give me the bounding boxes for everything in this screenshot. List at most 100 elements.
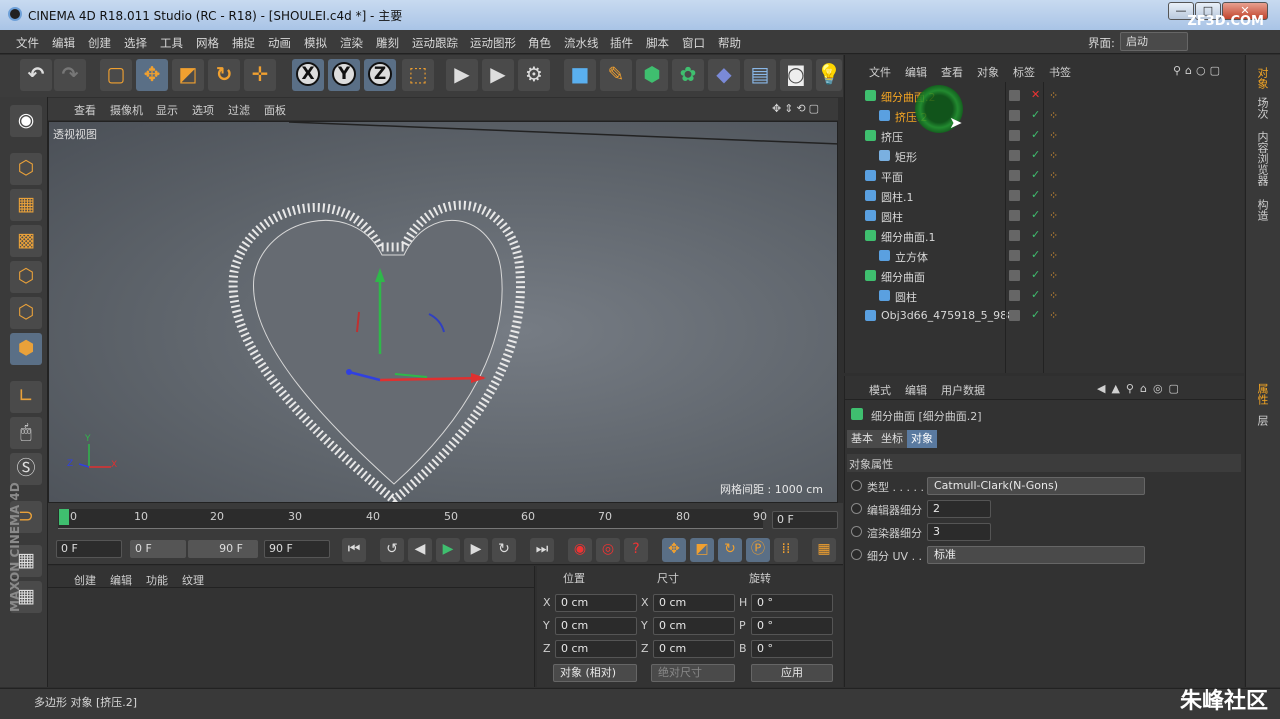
object-row[interactable]: 圆柱 ✓ ⁘ (845, 206, 1245, 226)
enabled-check-icon[interactable]: ✓ (1031, 148, 1040, 161)
object-row[interactable]: 细分曲面.2 ✕ ⁘ (845, 86, 1245, 106)
layer-visibility-icon[interactable] (1009, 150, 1020, 161)
deformer-icon[interactable]: ◆ (708, 59, 740, 91)
side-tab-takes[interactable]: 场次 (1254, 97, 1270, 119)
enabled-check-icon[interactable]: ✓ (1031, 288, 1040, 301)
object-row[interactable]: 细分曲面.1 ✓ ⁘ (845, 226, 1245, 246)
menu-sculpt[interactable]: 雕刻 (376, 35, 399, 51)
om-search-icon[interactable]: ⚲⌂○▢ (1173, 64, 1224, 77)
phong-tag-icon[interactable]: ⁘ (1049, 189, 1058, 202)
attr-nav-icons[interactable]: ◀▲⚲⌂◎▢ (1097, 382, 1185, 395)
enabled-check-icon[interactable]: ✓ (1031, 168, 1040, 181)
perspective-viewport[interactable]: 透视视图 Y X Z 网格间距 : 1000 cm (48, 121, 838, 503)
viewport-menu-view[interactable]: 查看 (74, 102, 96, 118)
axis-mode-icon[interactable]: ∟ (10, 381, 42, 413)
menu-create[interactable]: 创建 (88, 35, 111, 51)
prop-radio[interactable] (851, 503, 862, 514)
pen-spline-icon[interactable]: ✎ (600, 59, 632, 91)
phong-tag-icon[interactable]: ⁘ (1049, 229, 1058, 242)
object-row[interactable]: 挤压 ✓ ⁘ (845, 126, 1245, 146)
scale-tool-icon[interactable]: ◩ (172, 59, 204, 91)
range-end-field[interactable]: 90 F (188, 540, 258, 558)
position-x-field[interactable]: 0 cm (555, 594, 637, 612)
prop-radio[interactable] (851, 480, 862, 491)
rotation-h-field[interactable]: 0 ° (751, 594, 833, 612)
side-tab-structure[interactable]: 构造 (1254, 199, 1270, 221)
layer-visibility-icon[interactable] (1009, 130, 1020, 141)
rotation-p-field[interactable]: 0 ° (751, 617, 833, 635)
record-keys-icon[interactable]: ◉ (568, 538, 592, 562)
viewport-menu-options[interactable]: 选项 (192, 102, 214, 118)
enabled-check-icon[interactable]: ✓ (1031, 268, 1040, 281)
object-row[interactable]: 挤压.2 ✓ ⁘ (845, 106, 1245, 126)
layer-visibility-icon[interactable] (1009, 230, 1020, 241)
enabled-check-icon[interactable]: ✓ (1031, 208, 1040, 221)
om-menu-objects[interactable]: 对象 (977, 64, 999, 80)
key-scale-icon[interactable]: ◩ (690, 538, 714, 562)
om-menu-edit[interactable]: 编辑 (905, 64, 927, 80)
subdivision-type-select[interactable]: Catmull-Clark(N-Gons) (927, 477, 1145, 495)
auto-keying-icon[interactable]: ◎ (596, 538, 620, 562)
layer-visibility-icon[interactable] (1009, 250, 1020, 261)
layer-visibility-icon[interactable] (1009, 290, 1020, 301)
om-menu-file[interactable]: 文件 (869, 64, 891, 80)
cloner-icon[interactable]: ✿ (672, 59, 704, 91)
texture-mode-icon[interactable]: ▦ (10, 189, 42, 221)
side-tab-content-browser[interactable]: 内容浏览器 (1254, 131, 1270, 186)
coordinate-system-icon[interactable]: ⬚ (402, 59, 434, 91)
size-x-field[interactable]: 0 cm (653, 594, 735, 612)
layer-visibility-icon[interactable] (1009, 310, 1020, 321)
size-z-field[interactable]: 0 cm (653, 640, 735, 658)
om-menu-view[interactable]: 查看 (941, 64, 963, 80)
object-row[interactable]: 圆柱.1 ✓ ⁘ (845, 186, 1245, 206)
previous-frame-icon[interactable]: ◀ (408, 538, 432, 562)
undo-icon[interactable]: ↶ (20, 59, 52, 91)
key-rotation-icon[interactable]: ↻ (718, 538, 742, 562)
snap-icon[interactable]: Ⓢ (10, 453, 42, 485)
end-frame-field[interactable]: 90 F (264, 540, 330, 558)
enabled-check-icon[interactable]: ✓ (1031, 228, 1040, 241)
enabled-check-icon[interactable]: ✓ (1031, 128, 1040, 141)
disabled-icon[interactable]: ✕ (1031, 88, 1040, 101)
previous-key-icon[interactable]: ↺ (380, 538, 404, 562)
phong-tag-icon[interactable]: ⁘ (1049, 309, 1058, 322)
position-z-field[interactable]: 0 cm (555, 640, 637, 658)
go-to-end-icon[interactable]: ⏭ (530, 538, 554, 562)
viewport-menu-panel[interactable]: 面板 (264, 102, 286, 118)
keyframe-selection-icon[interactable]: ? (624, 538, 648, 562)
object-row[interactable]: 细分曲面 ✓ ⁘ (845, 266, 1245, 286)
menu-plugins[interactable]: 插件 (610, 35, 633, 51)
om-menu-bookmarks[interactable]: 书签 (1049, 64, 1071, 80)
material-menu-edit[interactable]: 编辑 (110, 572, 132, 588)
x-axis-lock-icon[interactable]: X (292, 59, 324, 91)
enabled-check-icon[interactable]: ✓ (1031, 248, 1040, 261)
light-icon[interactable]: 💡 (816, 59, 842, 91)
z-axis-lock-icon[interactable]: Z (364, 59, 396, 91)
rotate-tool-icon[interactable]: ↻ (208, 59, 240, 91)
phong-tag-icon[interactable]: ⁘ (1049, 289, 1058, 302)
editor-subdivision-field[interactable]: 2 (927, 500, 991, 518)
layer-visibility-icon[interactable] (1009, 170, 1020, 181)
enabled-check-icon[interactable]: ✓ (1031, 308, 1040, 321)
menu-character[interactable]: 角色 (528, 35, 551, 51)
workplane-mode-icon[interactable]: ▩ (10, 225, 42, 257)
phong-tag-icon[interactable]: ⁘ (1049, 249, 1058, 262)
tweak-mode-icon[interactable]: 🖱 (10, 417, 42, 449)
enabled-check-icon[interactable]: ✓ (1031, 188, 1040, 201)
next-key-icon[interactable]: ↻ (492, 538, 516, 562)
layer-visibility-icon[interactable] (1009, 270, 1020, 281)
object-row[interactable]: 立方体 ✓ ⁘ (845, 246, 1245, 266)
material-menu-function[interactable]: 功能 (146, 572, 168, 588)
key-parameter-icon[interactable]: Ⓟ (746, 538, 770, 562)
phong-tag-icon[interactable]: ⁘ (1049, 209, 1058, 222)
layer-visibility-icon[interactable] (1009, 90, 1020, 101)
attr-menu-edit[interactable]: 编辑 (905, 382, 927, 398)
play-icon[interactable]: ▶ (436, 538, 460, 562)
viewport-menu-camera[interactable]: 摄像机 (110, 102, 143, 118)
y-axis-lock-icon[interactable]: Y (328, 59, 360, 91)
object-row[interactable]: Obj3d66_475918_5_988 ✓ ⁘ (845, 306, 1245, 326)
material-menu-texture[interactable]: 纹理 (182, 572, 204, 588)
viewport-menu-filter[interactable]: 过滤 (228, 102, 250, 118)
layer-visibility-icon[interactable] (1009, 110, 1020, 121)
viewport-menu-display[interactable]: 显示 (156, 102, 178, 118)
